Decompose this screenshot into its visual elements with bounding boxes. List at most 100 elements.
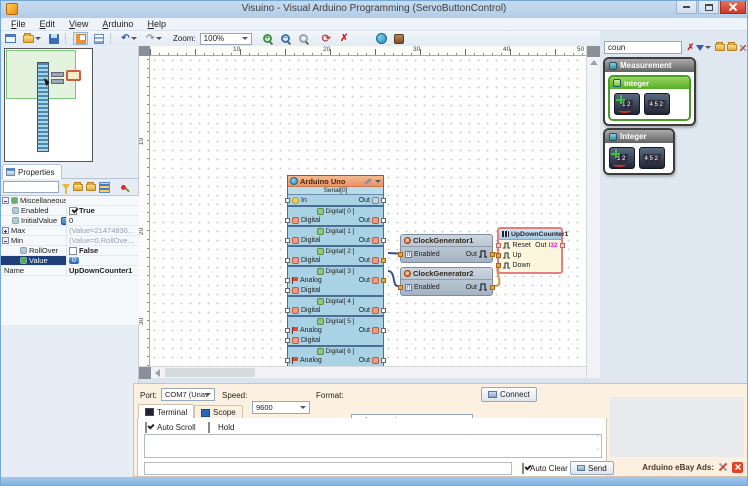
menu-view[interactable]: View [62, 18, 95, 31]
wire-digital2-to-clock1[interactable] [388, 253, 398, 254]
filter-icon[interactable] [62, 184, 70, 190]
clockgenerator2-header[interactable]: ClockGenerator2 [401, 268, 492, 280]
close-button[interactable] [720, 0, 746, 14]
collapse-icon[interactable] [2, 197, 9, 204]
digital-in-pin[interactable] [285, 258, 290, 263]
terminal-output[interactable]: ˆ ˇ [144, 434, 602, 458]
sort-view-icon[interactable] [99, 182, 110, 193]
property-row-initialvalue[interactable]: InitialValue 0 [0, 216, 139, 226]
ads-settings-icon[interactable] [718, 462, 728, 472]
serial-in-pin[interactable] [285, 198, 290, 203]
build-button[interactable]: ⟳ [319, 32, 334, 45]
digital-out-pin[interactable] [381, 218, 386, 223]
enabled-pin[interactable] [398, 285, 403, 290]
connect-button[interactable]: Connect [481, 387, 537, 402]
analog-in-pin[interactable] [285, 278, 290, 283]
canvas-vertical-scrollbar[interactable] [586, 46, 600, 378]
new-project-button[interactable] [3, 32, 18, 45]
palette-search-input[interactable]: coun [604, 41, 682, 54]
digital-in-pin[interactable] [285, 338, 290, 343]
open-project-button[interactable] [21, 32, 43, 45]
property-row-min[interactable]: Min (Value=0,RollOve... [0, 236, 139, 246]
zoom-combo[interactable]: 100% [200, 33, 252, 45]
close-ads-icon[interactable] [732, 462, 743, 473]
palette-item-updown-counter[interactable]: 12 [609, 147, 635, 169]
palette-item-updown-counter[interactable]: 12 [614, 93, 640, 115]
component-updowncounter1-selected[interactable]: UpDownCounter1 Reset Out I32 Up Down [497, 227, 563, 274]
digital-in-pin[interactable] [285, 238, 290, 243]
pin-panel-icon[interactable] [121, 185, 126, 190]
analog-in-pin[interactable] [285, 358, 290, 363]
scroll-up-icon[interactable] [590, 60, 598, 65]
redo-button[interactable]: ↷ [143, 32, 165, 45]
collapse-icon[interactable] [2, 237, 9, 244]
web-help-button[interactable] [374, 32, 389, 45]
digital-out-pin[interactable] [381, 308, 386, 313]
palette-group-measurement[interactable]: Measurement Integer 12 452 [603, 57, 696, 126]
zoom-out-button[interactable]: − [278, 32, 293, 45]
save-button[interactable] [46, 32, 61, 45]
chevron-down-icon[interactable] [375, 180, 381, 183]
maximize-button[interactable] [698, 0, 719, 14]
digital-in-pin[interactable] [285, 218, 290, 223]
undo-button[interactable]: ↶ [118, 32, 140, 45]
grid-toggle-button[interactable] [91, 32, 106, 45]
collapse-all-icon[interactable] [73, 184, 83, 191]
palette-item-counter[interactable]: 452 [639, 147, 665, 169]
properties-search-input[interactable] [3, 181, 59, 193]
overview-minimap[interactable] [4, 48, 93, 162]
digital-out-pin[interactable] [381, 238, 386, 243]
down-pin[interactable] [496, 263, 501, 268]
scroll-left-icon[interactable] [155, 369, 160, 377]
scrollbar-thumb[interactable] [165, 368, 255, 377]
property-row-max[interactable]: Max (Value=21474836... [0, 226, 139, 236]
serial-out-pin[interactable] [381, 198, 386, 203]
property-row-value-selected[interactable]: Value 0 [0, 256, 139, 266]
digital-out-pin[interactable] [381, 258, 386, 263]
out-pin[interactable] [560, 243, 565, 248]
subgroup-header[interactable]: Integer [610, 77, 689, 89]
property-row-enabled[interactable]: Enabled True [0, 206, 139, 216]
rollover-checkbox[interactable] [69, 247, 77, 255]
palette-group-integer[interactable]: Integer 12 452 [603, 128, 675, 175]
property-category-row[interactable]: Miscellaneous [0, 196, 139, 206]
menu-file[interactable]: File [4, 18, 33, 31]
digital-in-pin[interactable] [285, 308, 290, 313]
auto-scroll-checkbox[interactable] [145, 422, 147, 433]
send-input[interactable] [144, 462, 512, 475]
component-clockgenerator2[interactable]: ClockGenerator2 n Enabled Out [400, 267, 493, 296]
filter-dropdown-icon[interactable] [698, 42, 709, 53]
expand-all-icon[interactable] [86, 184, 96, 191]
wrench-icon[interactable] [364, 177, 372, 184]
enabled-pin[interactable] [398, 252, 403, 257]
property-row-rollover[interactable]: RollOver False [0, 246, 139, 256]
canvas-horizontal-scrollbar[interactable] [139, 366, 586, 378]
menu-help[interactable]: Help [140, 18, 173, 31]
out-pin[interactable] [490, 252, 495, 257]
palette-tools-icon[interactable] [737, 42, 748, 53]
menu-arduino[interactable]: Arduino [95, 18, 140, 31]
minimize-button[interactable] [676, 0, 697, 14]
collapse-groups-icon[interactable] [726, 42, 737, 53]
palette-subgroup-integer[interactable]: Integer 12 452 [608, 75, 691, 121]
tab-terminal[interactable]: Terminal [138, 404, 194, 419]
menu-edit[interactable]: Edit [33, 18, 63, 31]
property-row-name[interactable]: Name UpDownCounter1 [0, 266, 139, 276]
about-button[interactable] [392, 32, 407, 45]
updowncounter1-header[interactable]: UpDownCounter1 [499, 229, 561, 240]
component-clockgenerator1[interactable]: ClockGenerator1 n Enabled Out [400, 234, 493, 263]
digital-out-pin[interactable] [381, 358, 386, 363]
zoom-in-button[interactable]: + [260, 32, 275, 45]
new-component-icon[interactable] [714, 42, 725, 53]
analog-in-pin[interactable] [285, 328, 290, 333]
tab-properties[interactable]: Properties [2, 164, 62, 179]
out-pin[interactable] [490, 285, 495, 290]
clear-search-icon[interactable]: ✗ [685, 42, 696, 53]
wire-digital3-to-clock2[interactable] [388, 271, 398, 286]
arduino-header[interactable]: Arduino Uno [288, 176, 383, 187]
expand-icon[interactable] [2, 227, 9, 234]
digital-out-pin[interactable] [381, 328, 386, 333]
group-header[interactable]: Measurement [605, 59, 694, 72]
port-select[interactable]: COM7 (Unav [161, 388, 215, 401]
auto-clear-checkbox[interactable] [522, 463, 524, 474]
